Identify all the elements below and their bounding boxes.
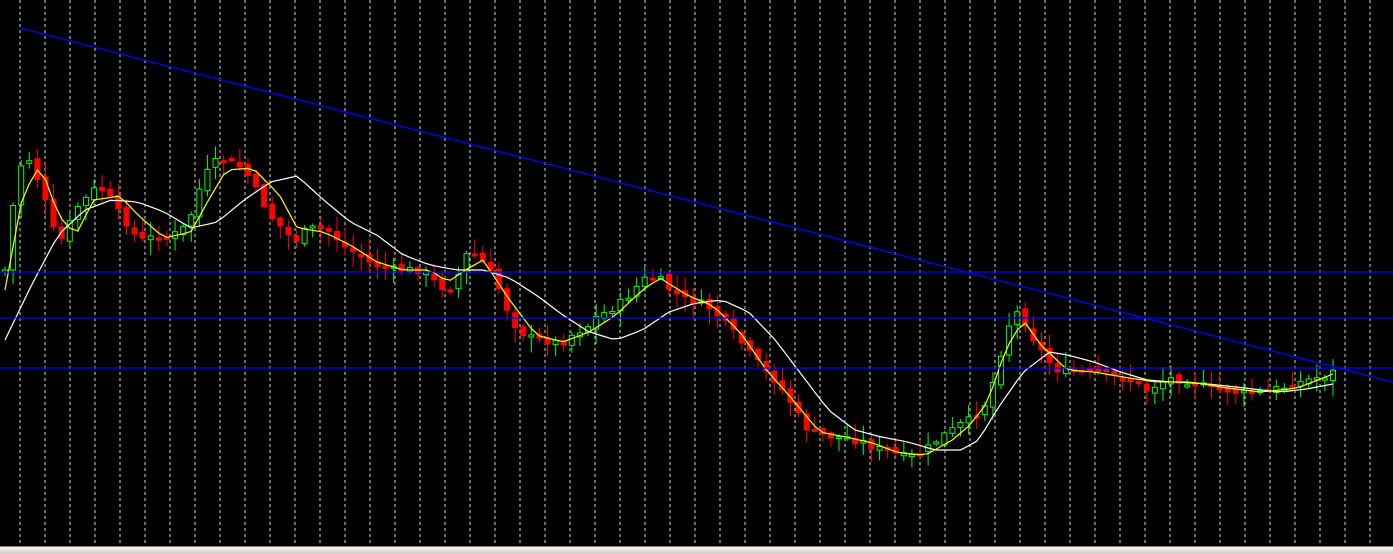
candle-body — [1168, 377, 1175, 385]
candle-body — [414, 267, 421, 275]
candle-body — [981, 405, 988, 416]
candle-body — [439, 277, 446, 291]
candle-body — [868, 439, 875, 449]
candle-body — [1119, 377, 1126, 382]
candle-body — [382, 265, 389, 269]
candle-body — [236, 161, 243, 168]
candle-body — [836, 436, 843, 440]
candle-body — [1240, 390, 1247, 394]
candle-body — [908, 454, 915, 458]
candle-body — [285, 226, 292, 236]
candle-body — [1087, 368, 1094, 372]
candle-body — [325, 227, 332, 232]
candle-body — [1103, 369, 1110, 373]
candle-body — [277, 217, 284, 227]
candle-body — [358, 254, 365, 258]
price-chart[interactable] — [0, 0, 1393, 546]
candle-body — [220, 160, 227, 164]
candle-body — [998, 355, 1004, 386]
candle-body — [188, 214, 195, 227]
candle-body — [528, 334, 535, 338]
candle-body — [155, 237, 162, 241]
candle-body — [244, 163, 251, 176]
candle-body — [91, 187, 98, 201]
candle-body — [1135, 381, 1142, 385]
candle-body — [933, 441, 940, 445]
candle-body — [649, 277, 656, 281]
candle-body — [139, 231, 146, 239]
candle-body — [301, 227, 308, 245]
candle-body — [107, 188, 114, 197]
candle-body — [99, 186, 106, 192]
candle-body — [568, 334, 575, 346]
candle-body — [1127, 378, 1134, 383]
candle-body — [957, 421, 964, 429]
candle-body — [1143, 383, 1150, 392]
candle-body — [1330, 369, 1336, 382]
candle-body — [293, 235, 300, 242]
slow-moving-average-line — [4, 175, 1334, 451]
candle-body — [1151, 386, 1158, 394]
candle-body — [471, 253, 478, 257]
candle-body — [34, 158, 41, 181]
candle-body — [949, 427, 956, 434]
candle-body — [876, 445, 883, 451]
candle-body — [609, 311, 616, 315]
candle-body — [965, 416, 972, 424]
candle-body — [204, 168, 211, 192]
candle-body — [1184, 384, 1191, 388]
candle-body — [147, 235, 154, 241]
chart-area[interactable] — [0, 0, 1393, 546]
candle-body — [253, 174, 260, 188]
candle-body — [123, 206, 130, 227]
candle-body — [431, 273, 438, 281]
candle-body — [512, 312, 519, 328]
candle-body — [131, 227, 138, 235]
candle-body — [212, 157, 219, 168]
candle-body — [26, 160, 33, 164]
horizontal-scrollbar[interactable] — [0, 546, 1393, 554]
descending-trendline — [19, 27, 1393, 383]
candle-body — [641, 276, 648, 287]
candle-body — [811, 428, 818, 432]
candle-body — [544, 338, 551, 345]
candle-body — [82, 196, 89, 207]
candle-body — [228, 158, 235, 162]
candle-body — [1159, 381, 1166, 390]
candle-body — [447, 289, 454, 293]
candle-body — [625, 297, 632, 301]
candle-body — [309, 225, 316, 229]
candle-body — [520, 326, 527, 337]
candle-body — [269, 203, 276, 220]
candle-body — [666, 273, 672, 290]
candle-body — [317, 224, 324, 230]
